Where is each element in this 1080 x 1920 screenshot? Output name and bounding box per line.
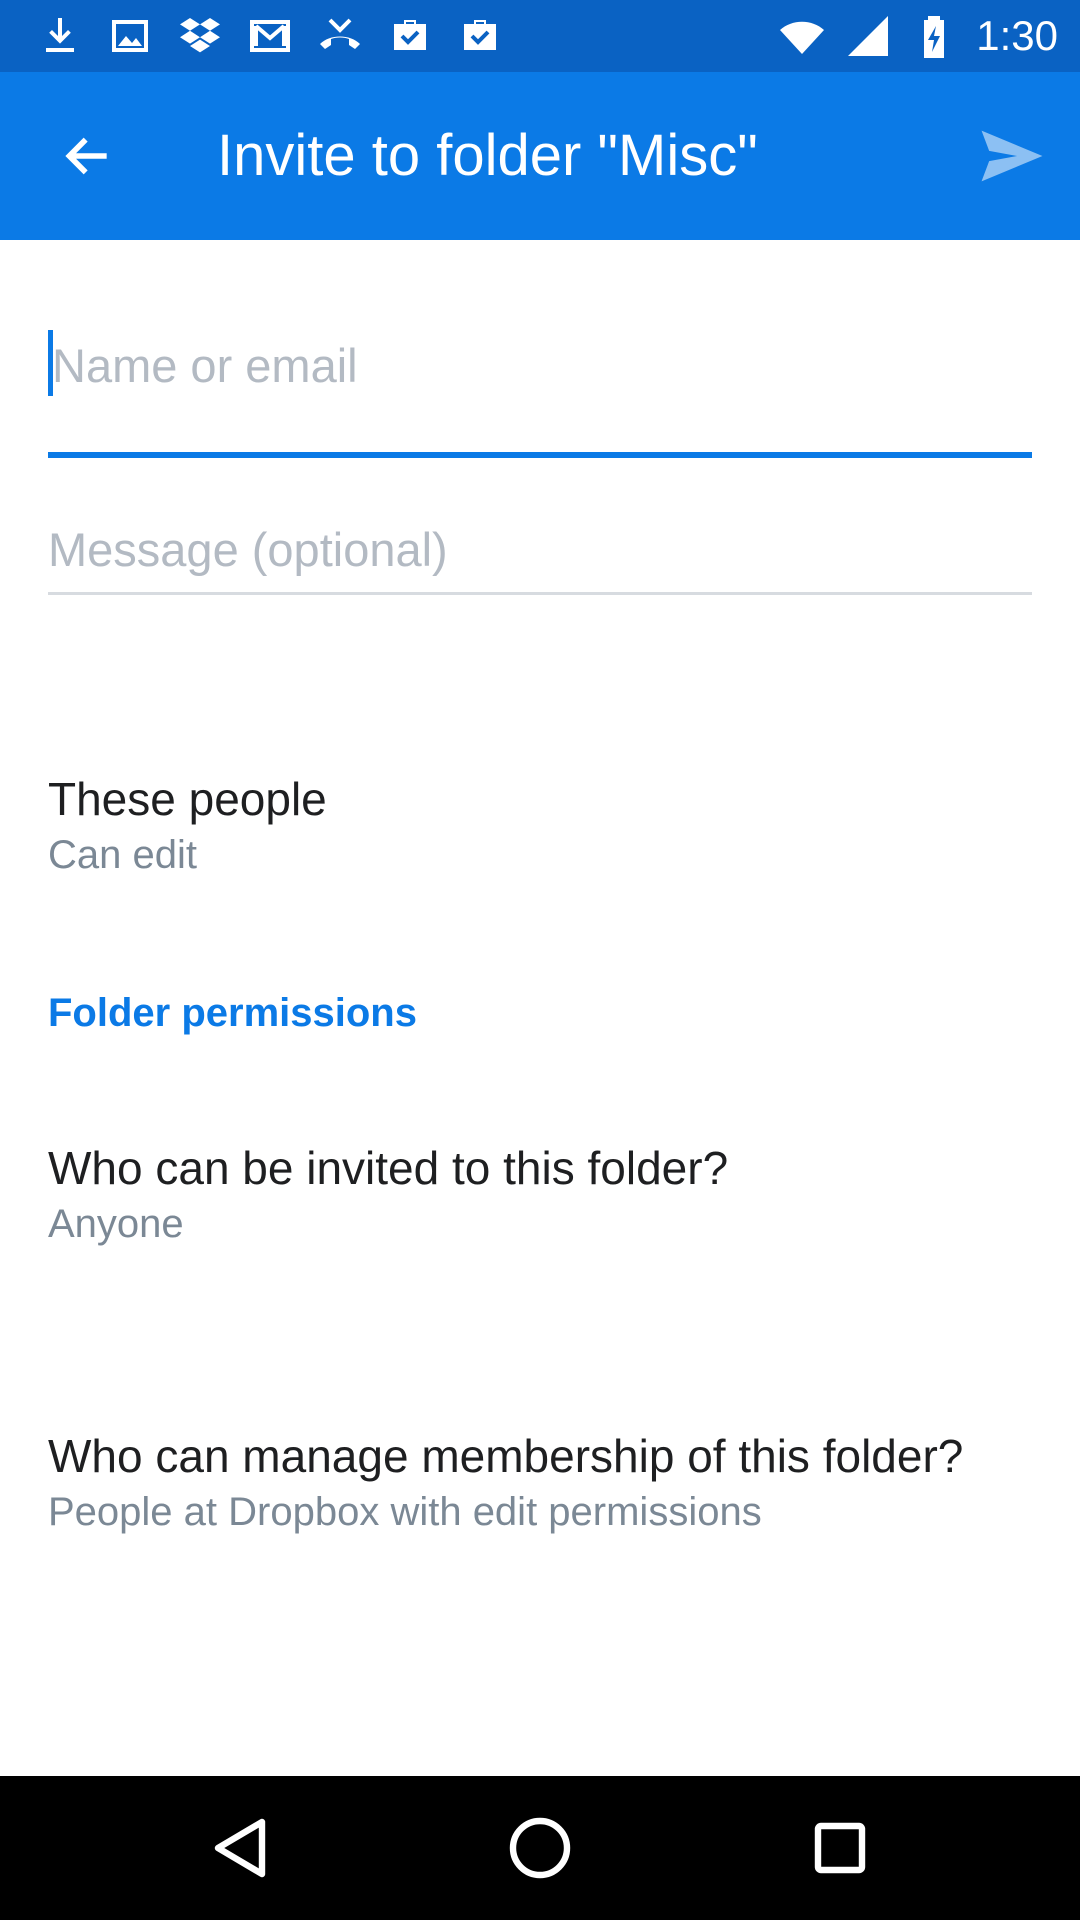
name-email-field: [48, 320, 1036, 460]
briefcase-check-icon: [464, 20, 496, 50]
nav-home-icon: [509, 1817, 571, 1879]
message-field-underline: [48, 592, 1032, 595]
message-input[interactable]: [48, 514, 1032, 584]
these-people-setting[interactable]: These people Can edit: [48, 769, 1032, 881]
nav-home-button[interactable]: [490, 1798, 590, 1898]
who-can-invite-value: Anyone: [48, 1202, 184, 1246]
who-can-invite-setting[interactable]: Who can be invited to this folder? Anyon…: [48, 1138, 1032, 1250]
these-people-title: These people: [48, 773, 327, 825]
missed-call-icon: [320, 18, 360, 49]
name-email-input[interactable]: [48, 330, 1036, 400]
these-people-value: Can edit: [48, 833, 197, 877]
send-button[interactable]: [972, 120, 1052, 192]
dropbox-icon: [180, 18, 220, 53]
nav-recents-icon: [814, 1822, 866, 1874]
download-icon: [46, 18, 74, 52]
who-can-invite-title: Who can be invited to this folder?: [48, 1142, 729, 1194]
who-can-manage-value: People at Dropbox with edit permissions: [48, 1490, 762, 1534]
back-button[interactable]: [48, 116, 128, 196]
message-field: [48, 510, 1032, 610]
nav-recents-button[interactable]: [790, 1798, 890, 1898]
app-bar: Invite to folder "Misc": [0, 72, 1080, 240]
cell-signal-icon: [848, 16, 889, 56]
status-bar: 1:30: [0, 0, 1080, 72]
system-status: 1:30: [778, 8, 1058, 64]
navigation-bar: [0, 1776, 1080, 1920]
notification-icons: [36, 12, 504, 60]
send-icon: [981, 130, 1043, 182]
gmail-icon: [250, 20, 290, 52]
wifi-icon: [780, 21, 825, 54]
briefcase-check-icon: [394, 20, 426, 50]
page-title: Invite to folder "Misc": [217, 123, 758, 188]
who-can-manage-setting[interactable]: Who can manage membership of this folder…: [48, 1426, 1032, 1538]
nav-back-button[interactable]: [190, 1798, 290, 1898]
clock: 1:30: [976, 12, 1058, 59]
battery-charging-icon: [924, 16, 945, 58]
name-field-underline: [48, 452, 1032, 458]
who-can-manage-title: Who can manage membership of this folder…: [48, 1430, 964, 1482]
text-cursor: [48, 330, 53, 396]
folder-permissions-header: Folder permissions: [48, 991, 417, 1035]
nav-back-icon: [214, 1818, 266, 1878]
arrow-back-icon: [65, 137, 107, 175]
image-icon: [112, 20, 148, 52]
